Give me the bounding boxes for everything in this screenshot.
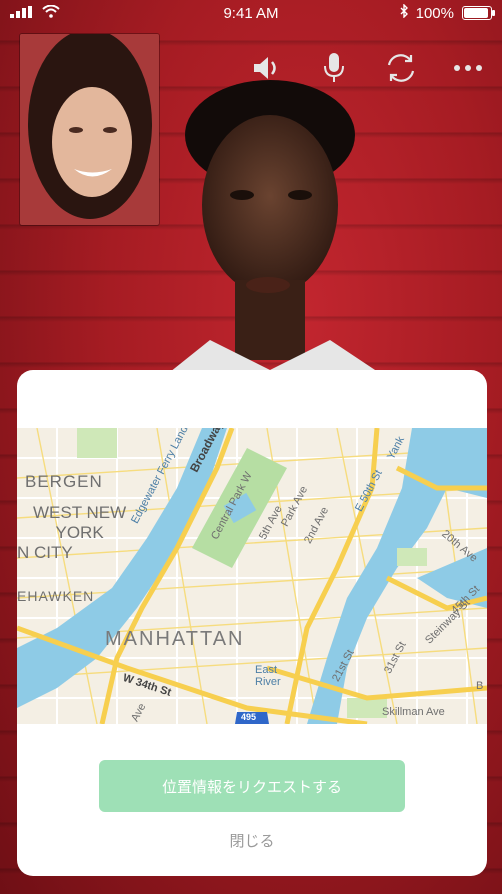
battery-icon: [462, 6, 495, 20]
more-icon: [454, 65, 482, 71]
switch-camera-button[interactable]: [379, 48, 423, 88]
map-label-east-river: East River: [255, 664, 281, 688]
status-right: 100%: [400, 3, 495, 22]
map-label-manhattan: MANHATTAN: [105, 628, 245, 650]
bluetooth-icon: [400, 3, 408, 22]
close-button[interactable]: 閉じる: [17, 830, 487, 851]
switch-camera-icon: [387, 54, 415, 82]
more-button[interactable]: [446, 48, 490, 88]
call-toolbar: [245, 48, 490, 88]
speaker-button[interactable]: [245, 48, 289, 88]
self-view-thumbnail[interactable]: [20, 34, 159, 225]
remote-participant-video: [160, 80, 390, 380]
speaker-icon: [254, 57, 276, 79]
microphone-icon: [324, 53, 344, 82]
microphone-button[interactable]: [312, 48, 356, 88]
map-label-bergen: BERGEN: [25, 472, 103, 491]
map-view[interactable]: BERGEN WEST NEW YORK N CITY EHAWKEN MANH…: [17, 428, 487, 724]
status-bar: 9:41 AM 100%: [0, 0, 502, 28]
map-label-skillman: Skillman Ave: [382, 706, 445, 718]
video-call-screen: 9:41 AM 100% BERGEN WEST NEW YORK N CITY…: [0, 0, 502, 894]
battery-fill: [464, 8, 488, 18]
map-label-n-city: N CITY: [17, 543, 73, 562]
battery-percent: 100%: [415, 4, 454, 22]
location-request-modal: BERGEN WEST NEW YORK N CITY EHAWKEN MANH…: [17, 370, 487, 876]
map-label-route-495: 495: [241, 712, 257, 722]
self-view-image: [20, 34, 159, 225]
map-label-ehawken: EHAWKEN: [17, 588, 95, 604]
request-location-button[interactable]: 位置情報をリクエストする: [99, 760, 405, 812]
map-label-west-new-york: WEST NEW YORK: [33, 503, 127, 542]
map-label-edge-b: B: [476, 680, 484, 692]
